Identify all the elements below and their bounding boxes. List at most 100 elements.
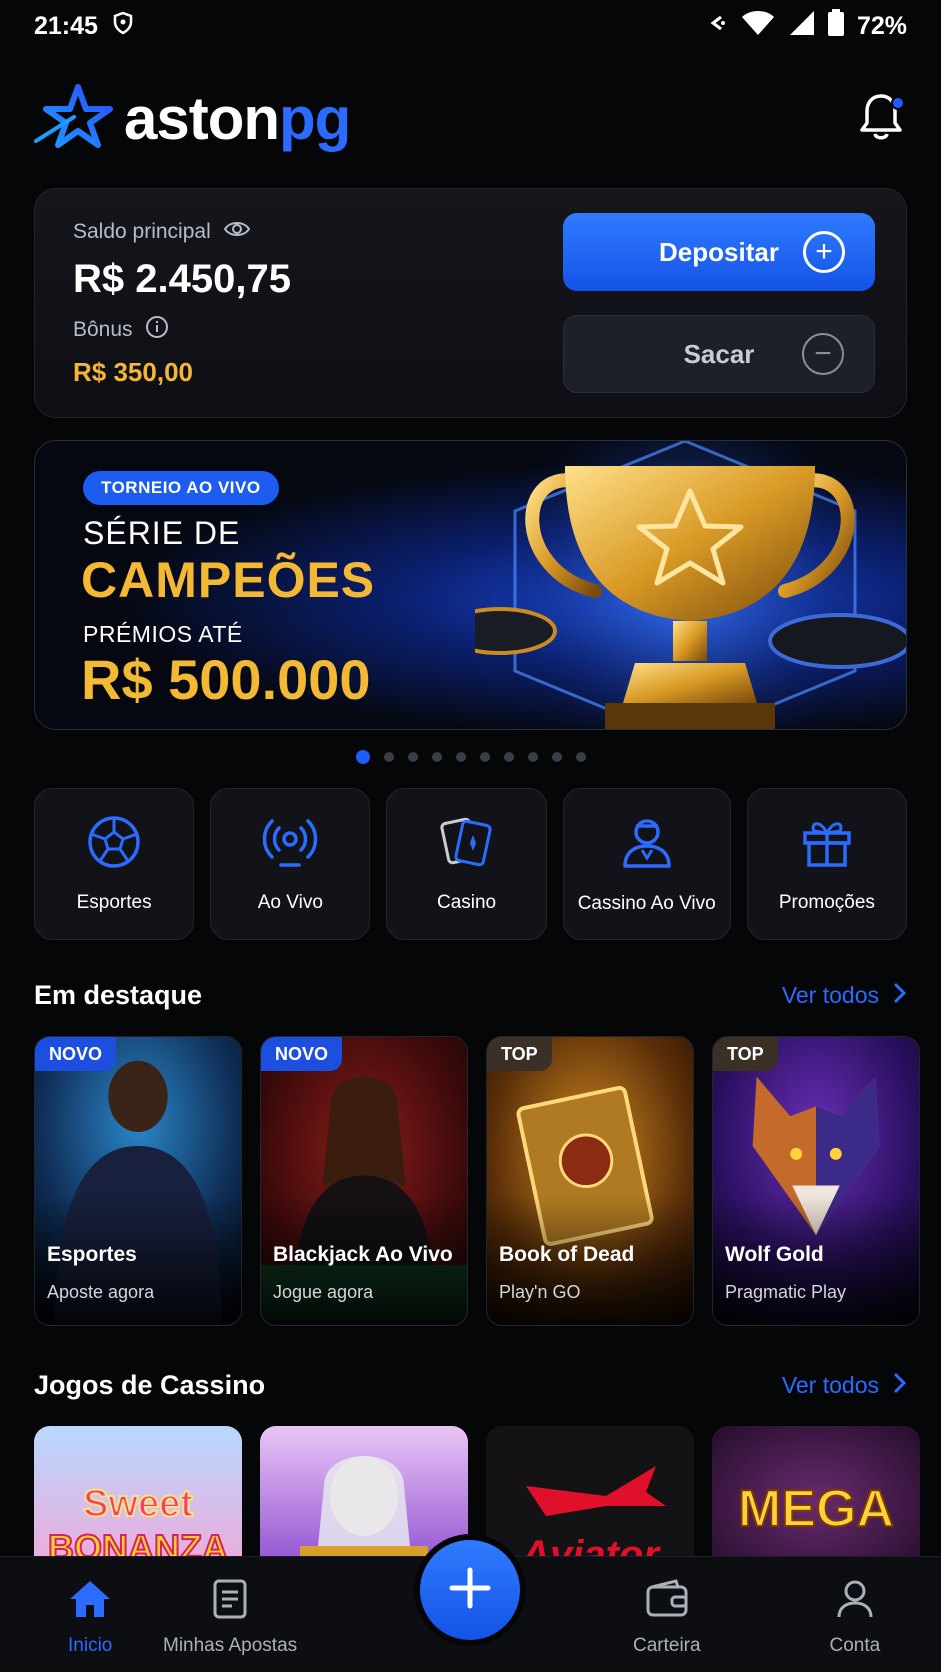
- see-all-label: Ver todos: [781, 1372, 879, 1398]
- featured-see-all-link[interactable]: Ver todos: [782, 982, 907, 1010]
- banner-prize: R$ 500.000: [81, 648, 371, 711]
- casino-game-card[interactable]: Sweet BONANZA: [34, 1426, 242, 1576]
- data-saver-icon: [705, 11, 729, 42]
- category-label: Casino: [436, 891, 497, 913]
- new-badge: NOVO: [261, 1037, 343, 1071]
- nav-wallet[interactable]: Carteira: [633, 1579, 701, 1657]
- info-icon[interactable]: [145, 315, 169, 345]
- card-title: Blackjack Ao Vivo: [273, 1243, 453, 1266]
- user-icon: [835, 1579, 875, 1625]
- eye-icon[interactable]: [223, 219, 251, 245]
- nav-wallet-label: Carteira: [633, 1635, 701, 1656]
- main-balance-label: Saldo principal: [73, 220, 211, 243]
- carousel-dot[interactable]: [455, 752, 466, 762]
- casino-see-all-link[interactable]: Ver todos: [782, 1372, 907, 1400]
- svg-text:Sweet: Sweet: [83, 1483, 193, 1525]
- bonus-value: R$ 350,00: [73, 357, 193, 387]
- trophy-illustration: [475, 441, 906, 729]
- carousel-dot[interactable]: [479, 752, 490, 762]
- chevron-right-icon: [893, 1372, 907, 1400]
- carousel-dot[interactable]: [503, 752, 514, 762]
- card-subtitle: Aposte agora: [47, 1282, 155, 1302]
- aviator-artwork: Aviator: [486, 1426, 694, 1576]
- category-row: Esportes Ao Vivo Casino Cassino Ao Vivo …: [34, 788, 907, 940]
- withdraw-label: Sacar: [683, 338, 755, 369]
- plus-icon: [448, 1566, 492, 1615]
- shield-icon: [112, 11, 134, 42]
- quick-bet-button[interactable]: [420, 1540, 520, 1640]
- category-esportes[interactable]: Esportes: [34, 788, 195, 940]
- category-promocoes[interactable]: Promoções: [746, 788, 907, 940]
- bonus-label-row: Bônus: [73, 315, 169, 345]
- balance-card: Saldo principal R$ 2.450,75 Bônus R$ 350…: [34, 188, 907, 418]
- card-subtitle: Pragmatic Play: [725, 1282, 847, 1302]
- carousel-dot[interactable]: [551, 752, 562, 762]
- banner-line3: PRÉMIOS ATÉ: [83, 621, 243, 647]
- featured-card[interactable]: TOP Book of Dead Play'n GO: [486, 1036, 694, 1326]
- svg-text:MEGA: MEGA: [738, 1480, 894, 1538]
- carousel-dot[interactable]: [407, 752, 418, 762]
- battery-percentage: 72%: [856, 11, 907, 40]
- live-broadcast-icon: [261, 815, 319, 874]
- category-cassino-ao-vivo[interactable]: Cassino Ao Vivo: [562, 788, 731, 940]
- featured-row: NOVO Esportes Aposte agora NOVO Blackjac…: [34, 1036, 920, 1326]
- featured-header: Em destaque Ver todos: [34, 980, 907, 1011]
- playing-cards-icon: [439, 815, 495, 874]
- withdraw-button[interactable]: Sacar −: [563, 315, 875, 393]
- gift-icon: [800, 815, 854, 874]
- status-bar: 21:45 72%: [0, 0, 941, 52]
- soccer-ball-icon: [87, 815, 141, 874]
- casino-title: Jogos de Cassino: [34, 1370, 266, 1400]
- home-icon: [68, 1579, 112, 1625]
- featured-title: Em destaque: [34, 980, 203, 1010]
- featured-card[interactable]: TOP Wolf Gold Pragmatic Play: [712, 1036, 920, 1326]
- carousel-dots[interactable]: [0, 750, 941, 764]
- nav-account[interactable]: Conta: [830, 1579, 880, 1657]
- banner-title: CAMPEÕES: [81, 552, 376, 608]
- category-label: Promoções: [778, 891, 875, 913]
- top-badge: TOP: [487, 1037, 552, 1071]
- card-subtitle: Jogue agora: [273, 1282, 374, 1302]
- wifi-icon: [741, 10, 775, 43]
- notifications-button[interactable]: [859, 92, 907, 144]
- battery-icon: [827, 8, 845, 44]
- category-casino[interactable]: Casino: [386, 788, 547, 940]
- minus-circle-icon: −: [802, 333, 844, 375]
- promo-banner[interactable]: TORNEIO AO VIVO SÉRIE DE CAMPEÕES PRÉMIO…: [34, 440, 907, 730]
- category-label: Cassino Ao Vivo: [577, 892, 716, 914]
- mega-artwork: MEGA: [712, 1426, 920, 1576]
- card-title: Esportes: [47, 1243, 137, 1266]
- carousel-dot[interactable]: [431, 752, 442, 762]
- card-subtitle: Play'n GO: [499, 1282, 581, 1302]
- nav-home-label: Inicio: [68, 1635, 113, 1656]
- bonus-label: Bônus: [73, 318, 133, 341]
- signal-icon: [787, 10, 815, 43]
- carousel-dot[interactable]: [355, 750, 370, 764]
- brand-primary: aston: [124, 84, 280, 152]
- brand-accent: pg: [279, 84, 351, 152]
- status-time: 21:45: [34, 11, 98, 40]
- sweet-bonanza-artwork: Sweet BONANZA: [34, 1426, 242, 1576]
- nav-bets-label: Minhas Apostas: [163, 1635, 298, 1656]
- deposit-button[interactable]: Depositar +: [563, 213, 875, 291]
- see-all-label: Ver todos: [781, 982, 879, 1008]
- chevron-right-icon: [893, 982, 907, 1010]
- nav-my-bets[interactable]: Minhas Apostas: [163, 1579, 297, 1657]
- nav-home[interactable]: Inicio: [68, 1579, 112, 1657]
- casino-game-card[interactable]: MEGA: [712, 1426, 920, 1576]
- plus-circle-icon: +: [803, 231, 845, 273]
- new-badge: NOVO: [35, 1037, 117, 1071]
- bell-icon: [859, 94, 903, 146]
- card-title: Wolf Gold: [725, 1243, 824, 1266]
- notification-dot: [891, 96, 905, 110]
- main-balance-value: R$ 2.450,75: [73, 257, 291, 301]
- brand-wordmark: astonpg: [124, 84, 351, 153]
- casino-game-card[interactable]: Aviator: [486, 1426, 694, 1576]
- carousel-dot[interactable]: [383, 752, 394, 762]
- carousel-dot[interactable]: [575, 752, 586, 762]
- brand-logo[interactable]: astonpg: [34, 83, 351, 154]
- carousel-dot[interactable]: [527, 752, 538, 762]
- featured-card[interactable]: NOVO Esportes Aposte agora: [34, 1036, 242, 1326]
- featured-card[interactable]: NOVO Blackjack Ao Vivo Jogue agora: [260, 1036, 468, 1326]
- category-ao-vivo[interactable]: Ao Vivo: [210, 788, 371, 940]
